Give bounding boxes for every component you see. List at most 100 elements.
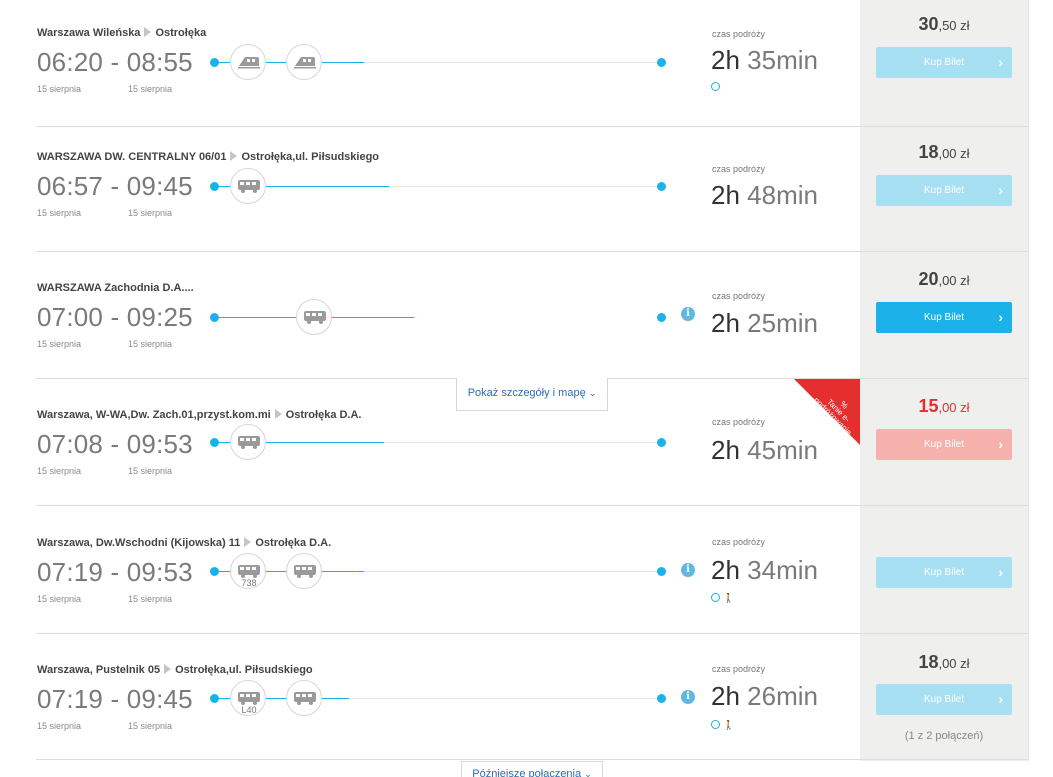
- departure-date: 15 sierpnia: [37, 721, 82, 731]
- departure-date: 15 sierpnia: [37, 84, 82, 94]
- train-icon[interactable]: [230, 44, 266, 80]
- info-icon[interactable]: i: [681, 307, 695, 321]
- ticket-price: 15,00 zł: [918, 396, 970, 416]
- arrow-right-icon: [144, 27, 152, 37]
- bus-icon[interactable]: [286, 553, 322, 589]
- end-dot: [657, 58, 666, 67]
- arrow-right-icon: [164, 664, 172, 674]
- start-dot: [210, 58, 219, 67]
- chevron-right-icon: ›: [998, 436, 1003, 452]
- departure-arrival-times: 07:00 - 09:25: [37, 302, 193, 332]
- buy-ticket-button[interactable]: Kup Bilet ›: [876, 557, 1012, 588]
- travel-duration: 2h 48min: [711, 180, 818, 210]
- travel-time-label: czas podróży: [712, 417, 766, 427]
- travel-time-label: czas podróży: [712, 29, 766, 39]
- connection-row[interactable]: WARSZAWA Zachodnia D.A.... 07:00 - 09:25…: [0, 252, 1053, 379]
- arrival-date: 15 sierpnia: [128, 208, 173, 218]
- route: Warszawa, W-WA,Dw. Zach.01,przyst.kom.mi…: [37, 409, 362, 421]
- bus-icon[interactable]: [296, 299, 332, 335]
- train-icon[interactable]: [286, 44, 322, 80]
- connection-features: 🚶: [711, 720, 734, 731]
- ticket-price: 18,00 zł: [918, 142, 970, 162]
- route: Warszawa, Pustelnik 05 Ostrołęka,ul. Piłs…: [37, 664, 313, 676]
- arrow-right-icon: [230, 151, 238, 161]
- arrival-date: 15 sierpnia: [128, 84, 173, 94]
- route-timeline: 738: [210, 553, 670, 589]
- departure-arrival-times: 06:57 - 09:45: [37, 171, 193, 201]
- later-connections-button[interactable]: Późniejsze połączenia ⌄: [461, 761, 603, 777]
- route-timeline: [210, 168, 670, 204]
- line-number: 738: [241, 578, 257, 588]
- info-icon[interactable]: i: [681, 563, 695, 577]
- line-number: L40: [241, 705, 257, 715]
- chevron-right-icon: ›: [998, 691, 1003, 707]
- chevron-right-icon: ›: [998, 54, 1003, 70]
- ticket-price: 30,50 zł: [918, 14, 970, 34]
- arrival-date: 15 sierpnia: [128, 594, 173, 604]
- origin-stop: Warszawa Wileńska: [37, 27, 141, 39]
- chevron-right-icon: ›: [998, 182, 1003, 198]
- search-results: Warszawa Wileńska Ostrołęka 06:20 - 08:55…: [0, 0, 1053, 777]
- connection-features: [711, 82, 723, 92]
- travel-duration: 2h 25min: [711, 308, 818, 338]
- destination-stop: Ostrołęka: [155, 27, 207, 39]
- connection-row[interactable]: Warszawa Wileńska Ostrołęka 06:20 - 08:55…: [0, 0, 1053, 127]
- show-details-map-button[interactable]: Pokaż szczegóły i mapę ⌄: [456, 378, 608, 411]
- connection-count-note: (1 z 2 połączeń): [904, 730, 984, 742]
- connection-row[interactable]: Warszawa, Pustelnik 05 Ostrołęka,ul. Piłs…: [0, 634, 1053, 761]
- route: Warszawa, Dw.Wschodni (Kijowska) 11 Ostro…: [37, 537, 332, 549]
- bus-icon[interactable]: [286, 680, 322, 716]
- route: Warszawa Wileńska Ostrołęka: [37, 27, 206, 39]
- travel-time-label: czas podróży: [712, 291, 766, 301]
- walking-icon: 🚶: [723, 593, 735, 603]
- arrival-date: 15 sierpnia: [128, 466, 173, 476]
- bus-icon[interactable]: [230, 168, 266, 204]
- walking-icon: 🚶: [723, 720, 735, 730]
- departure-date: 15 sierpnia: [37, 208, 82, 218]
- buy-ticket-button[interactable]: Kup Bilet ›: [876, 429, 1012, 460]
- route-timeline: [210, 424, 670, 460]
- travel-time-label: czas podróży: [712, 164, 766, 174]
- connection-row[interactable]: Warszawa, Dw.Wschodni (Kijowska) 11 Ostro…: [0, 506, 1053, 634]
- departure-date: 15 sierpnia: [37, 594, 82, 604]
- connection-row[interactable]: WARSZAWA DW. CENTRALNY 06/01 Ostrołęka,ul…: [0, 124, 1053, 252]
- ticket-price: 20,00 zł: [918, 269, 970, 289]
- arrow-right-icon: [244, 537, 252, 547]
- clock-icon: [711, 82, 720, 91]
- chevron-down-icon: ⌄: [588, 388, 597, 398]
- chevron-down-icon: ⌄: [584, 769, 592, 777]
- departure-arrival-times: 07:08 - 09:53: [37, 429, 193, 459]
- departure-arrival-times: 06:20 - 08:55: [37, 47, 193, 77]
- connection-features: 🚶: [711, 593, 734, 604]
- travel-duration: 2h 34min: [711, 555, 818, 585]
- route-timeline: L40: [210, 680, 670, 716]
- travel-duration: 2h 26min: [711, 681, 818, 711]
- route-timeline: [210, 299, 670, 335]
- buy-ticket-button[interactable]: Kup Bilet ›: [876, 175, 1012, 206]
- info-icon[interactable]: i: [681, 690, 695, 704]
- bus-icon[interactable]: [230, 424, 266, 460]
- travel-duration: 2h 35min: [711, 45, 818, 75]
- promo-ribbon: % Tanie e-podróżowanie: [794, 379, 860, 445]
- route: WARSZAWA DW. CENTRALNY 06/01 Ostrołęka,ul…: [37, 151, 380, 163]
- buy-ticket-button[interactable]: Kup Bilet ›: [876, 302, 1012, 333]
- buy-ticket-button[interactable]: Kup Bilet ›: [876, 47, 1012, 78]
- arrival-date: 15 sierpnia: [128, 339, 173, 349]
- route: WARSZAWA Zachodnia D.A....: [37, 282, 194, 294]
- departure-arrival-times: 07:19 - 09:45: [37, 684, 193, 714]
- departure-date: 15 sierpnia: [37, 466, 82, 476]
- clock-icon: [711, 720, 720, 729]
- departure-arrival-times: 07:19 - 09:53: [37, 557, 193, 587]
- buy-ticket-button[interactable]: Kup Bilet ›: [876, 684, 1012, 715]
- arrow-right-icon: [274, 409, 282, 419]
- arrival-date: 15 sierpnia: [128, 721, 173, 731]
- bus-icon[interactable]: 738: [230, 553, 266, 589]
- ticket-price: 18,00 zł: [918, 652, 970, 672]
- travel-time-label: czas podróży: [712, 664, 766, 674]
- travel-time-label: czas podróży: [712, 537, 766, 547]
- clock-icon: [711, 593, 720, 602]
- departure-date: 15 sierpnia: [37, 339, 82, 349]
- route-timeline: [210, 44, 670, 80]
- chevron-right-icon: ›: [998, 564, 1003, 580]
- bus-icon[interactable]: L40: [230, 680, 266, 716]
